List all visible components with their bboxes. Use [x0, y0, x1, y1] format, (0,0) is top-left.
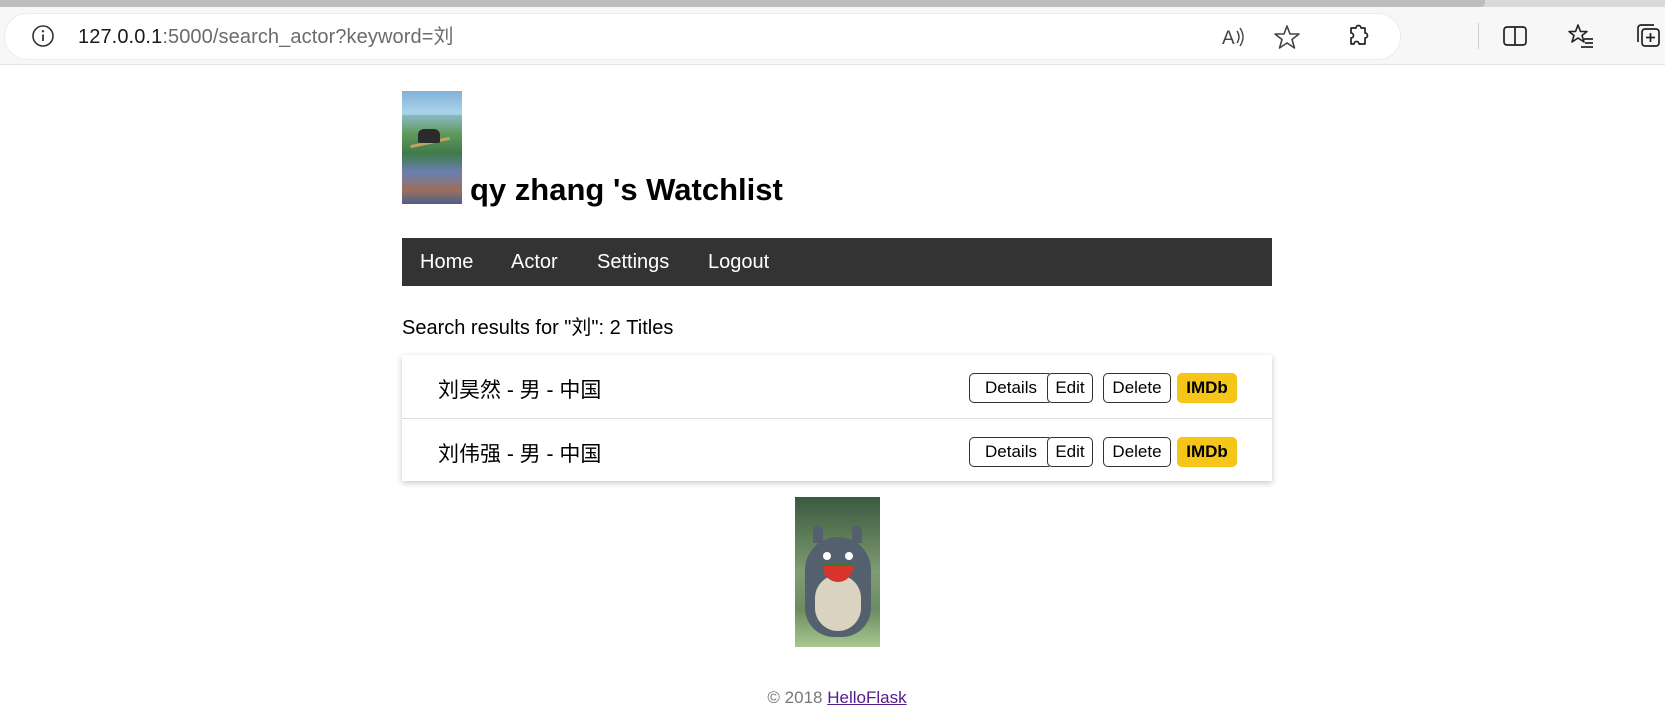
window-top-strip	[0, 0, 1665, 7]
delete-button[interactable]: Delete	[1103, 373, 1171, 403]
svg-text:A: A	[1222, 28, 1235, 49]
url-path: :5000/search_actor?keyword=刘	[162, 26, 454, 48]
list-item: 刘昊然 - 男 - 中国 Details Edit Delete IMDb	[402, 355, 1272, 418]
details-button[interactable]: Details	[969, 437, 1053, 467]
favorites-list-icon[interactable]	[1567, 22, 1595, 50]
extensions-icon[interactable]	[1343, 22, 1371, 50]
collections-icon[interactable]	[1634, 22, 1662, 50]
imdb-button[interactable]: IMDb	[1177, 373, 1237, 403]
favorite-star-icon[interactable]	[1273, 23, 1301, 51]
edit-button[interactable]: Edit	[1047, 373, 1093, 403]
navbar: Home Actor Settings Logout	[402, 238, 1272, 286]
address-bar[interactable]: 127.0.0.1:5000/search_actor?keyword=刘 A	[4, 13, 1401, 60]
footer: © 2018 HelloFlask	[402, 688, 1272, 708]
list-item: 刘伟强 - 男 - 中国 Details Edit Delete IMDb	[402, 418, 1272, 482]
avatar	[402, 91, 462, 204]
read-aloud-icon[interactable]: A	[1220, 23, 1248, 51]
edit-button[interactable]: Edit	[1047, 437, 1093, 467]
results-list: 刘昊然 - 男 - 中国 Details Edit Delete IMDb 刘伟…	[402, 355, 1272, 481]
imdb-button[interactable]: IMDb	[1177, 437, 1237, 467]
page-header: qy zhang 's Watchlist	[402, 64, 1272, 238]
nav-settings-link[interactable]: Settings	[597, 251, 669, 274]
helloflask-link[interactable]: HelloFlask	[827, 688, 906, 707]
actor-info: 刘伟强 - 男 - 中国	[438, 443, 602, 466]
page-container: qy zhang 's Watchlist Home Actor Setting…	[402, 64, 1272, 707]
nav-home-link[interactable]: Home	[420, 251, 473, 274]
details-button[interactable]: Details	[969, 373, 1053, 403]
tab-strip-scroll[interactable]	[0, 0, 1485, 7]
toolbar-separator	[1478, 23, 1479, 49]
delete-button[interactable]: Delete	[1103, 437, 1171, 467]
actor-info: 刘昊然 - 男 - 中国	[438, 379, 602, 402]
split-screen-icon[interactable]	[1501, 22, 1529, 50]
page-title: qy zhang 's Watchlist	[470, 172, 783, 207]
nav-logout-link[interactable]: Logout	[708, 251, 769, 274]
site-info-icon[interactable]	[31, 24, 55, 48]
footer-copyright: © 2018	[767, 688, 823, 707]
search-summary: Search results for "刘": 2 Titles	[402, 317, 674, 339]
url-host: 127.0.0.1	[78, 26, 163, 48]
browser-toolbar: 127.0.0.1:5000/search_actor?keyword=刘 A	[0, 7, 1665, 65]
address-url[interactable]: 127.0.0.1:5000/search_actor?keyword=刘	[78, 25, 454, 49]
totoro-image	[795, 497, 880, 647]
nav-actor-link[interactable]: Actor	[511, 251, 558, 274]
